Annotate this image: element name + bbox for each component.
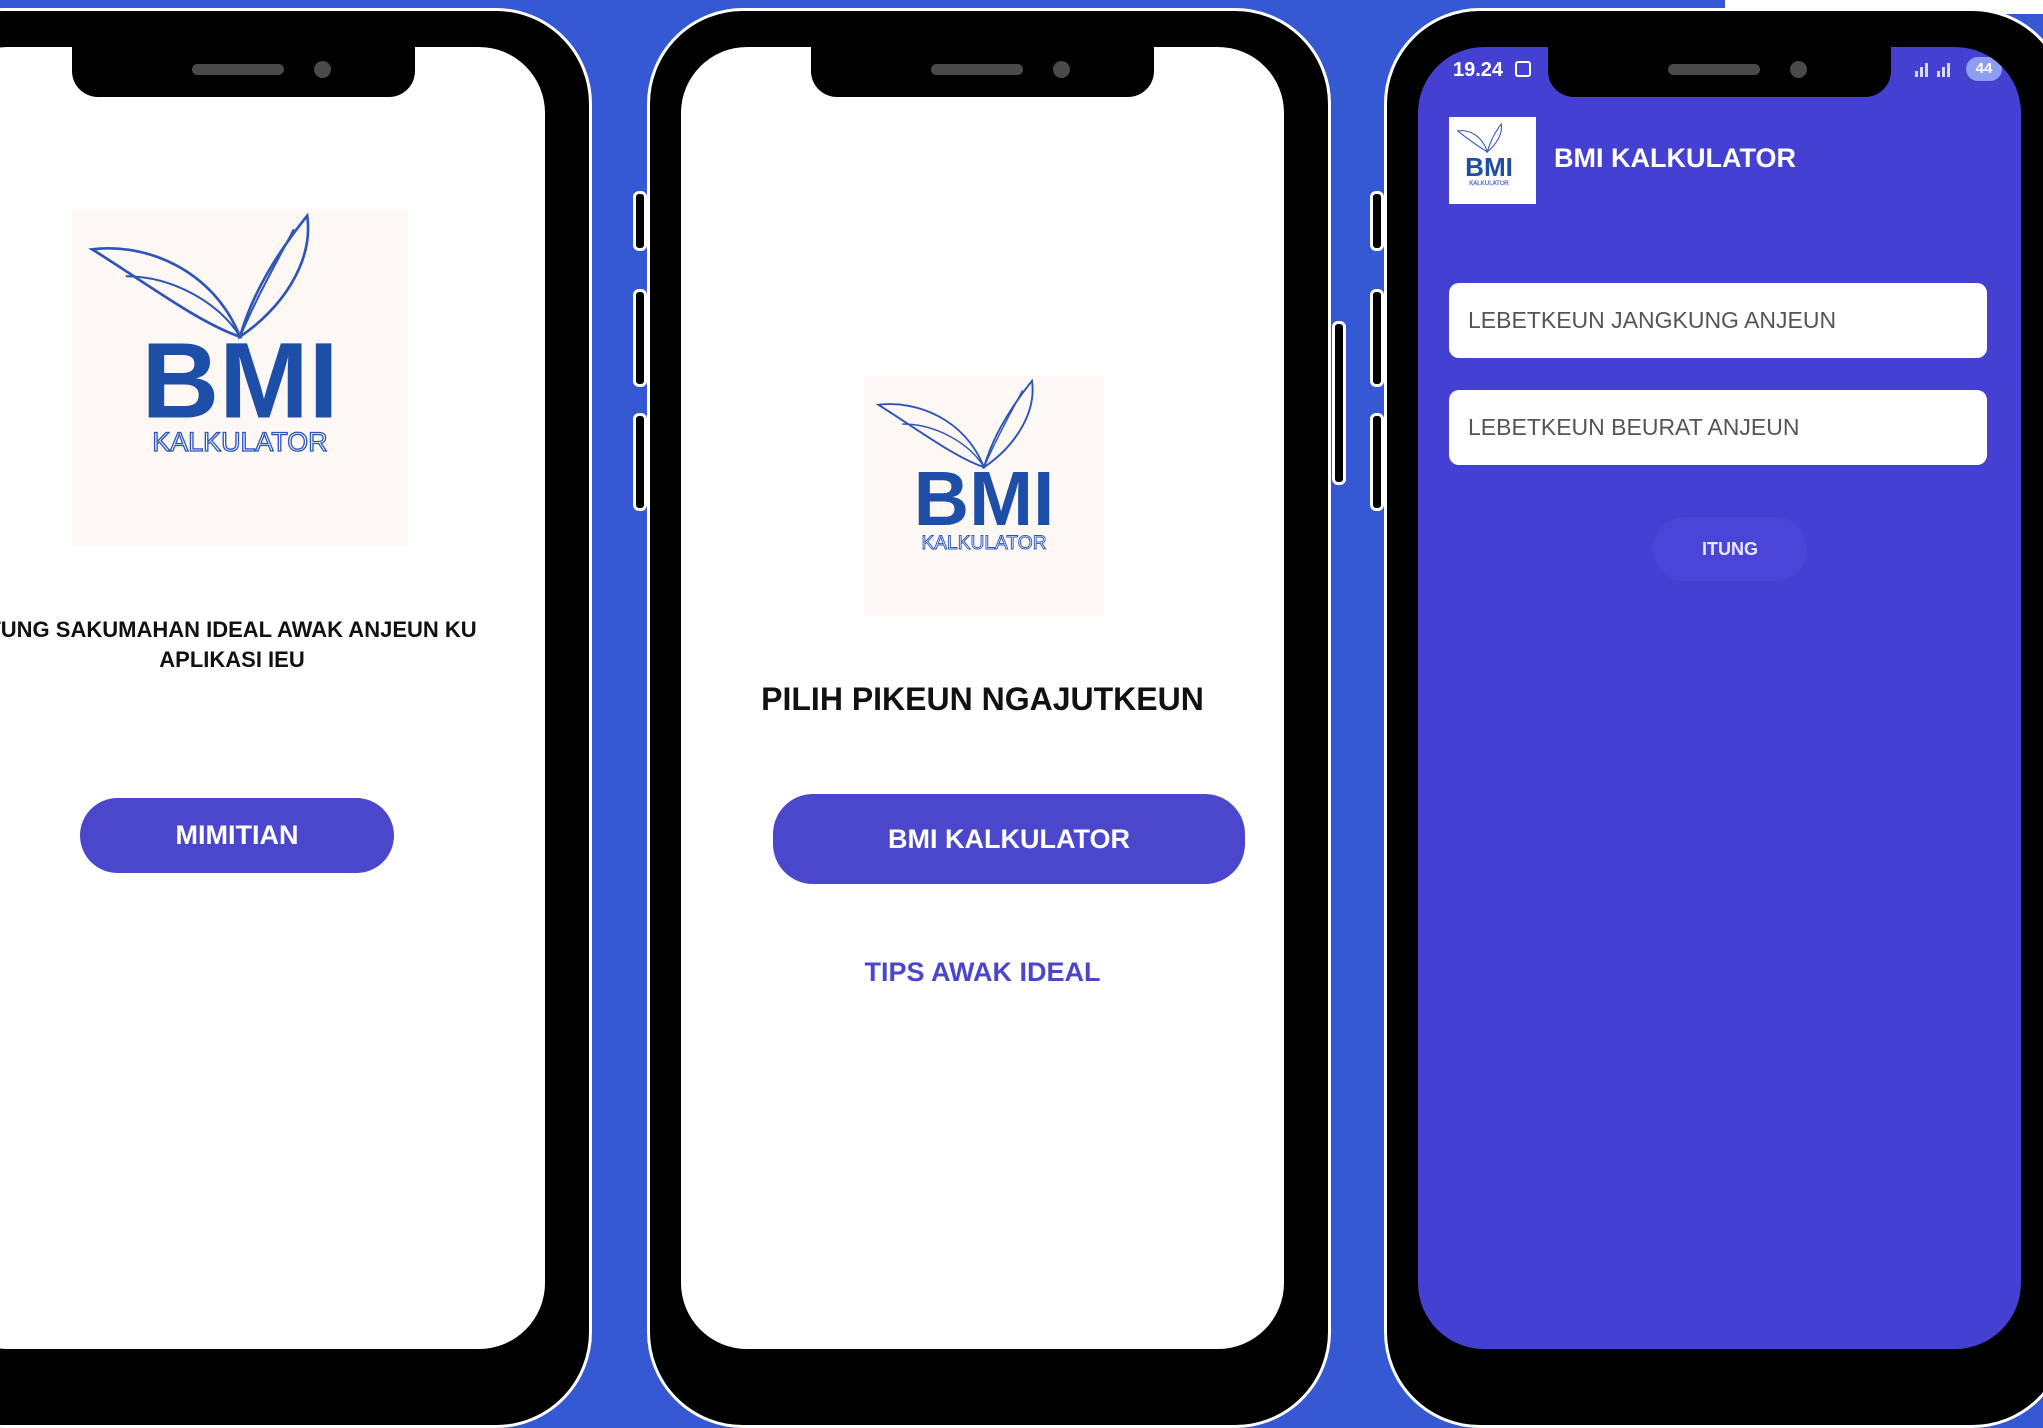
logo-subtitle: KALKULATOR bbox=[921, 533, 1046, 554]
leaf-logo-icon: BMI KALKULATOR bbox=[1456, 122, 1513, 187]
volume-up-button bbox=[1370, 191, 1384, 251]
start-button[interactable]: MIMITIAN bbox=[80, 798, 394, 873]
height-field[interactable] bbox=[1449, 283, 1987, 358]
volume-down-button bbox=[633, 289, 647, 387]
welcome-message-line2: APLIKASI IEU bbox=[159, 647, 305, 672]
phone-notch bbox=[1548, 47, 1891, 97]
volume-up-button bbox=[633, 191, 647, 251]
battery-indicator: 44 bbox=[1966, 57, 2002, 81]
calculate-button[interactable]: ITUNG bbox=[1654, 518, 1806, 580]
speaker-grille bbox=[192, 64, 284, 75]
logo-title: BMI bbox=[141, 320, 338, 440]
logo-title: BMI bbox=[1465, 152, 1513, 182]
power-button bbox=[1332, 321, 1346, 485]
leaf-logo-icon: BMI KALKULATOR bbox=[875, 378, 1055, 554]
phone-frame-menu: BMI KALKULATOR PILIH PIKEUN NGAJUTKEUN B… bbox=[633, 8, 1346, 1428]
app-title: BMI KALKULATOR bbox=[1554, 143, 1796, 173]
phone-frame-calculator: 19.24 44 BMI KALKULATOR BMI KALKULATOR L… bbox=[1370, 8, 2043, 1428]
speaker-grille bbox=[1668, 64, 1760, 75]
front-camera bbox=[1790, 61, 1807, 78]
logo-subtitle: KALKULATOR bbox=[1469, 180, 1509, 187]
phone-notch bbox=[72, 47, 415, 97]
logo-title: BMI bbox=[914, 456, 1055, 542]
bmi-logo: BMI KALKULATOR bbox=[72, 209, 408, 545]
leaf-logo-icon: BMI KALKULATOR bbox=[88, 212, 339, 458]
status-time: 19.24 bbox=[1453, 59, 1504, 81]
signal-icon bbox=[1915, 63, 1950, 77]
phone-frame-welcome: BMI KALKULATOR TUNG SAKUMAHAN IDEAL AWAK… bbox=[0, 8, 592, 1428]
bmi-calculator-button[interactable]: BMI KALKULATOR bbox=[773, 794, 1245, 884]
weight-field[interactable] bbox=[1449, 390, 1987, 465]
volume-down-button bbox=[1370, 289, 1384, 387]
front-camera bbox=[314, 61, 331, 78]
app-logo: BMI KALKULATOR bbox=[1449, 117, 1536, 204]
welcome-message-line1: TUNG SAKUMAHAN IDEAL AWAK ANJEUN KU bbox=[0, 617, 477, 642]
calculator-screen: 19.24 44 BMI KALKULATOR BMI KALKULATOR L… bbox=[1418, 47, 2021, 1349]
speaker-grille bbox=[931, 64, 1023, 75]
bmi-logo: BMI KALKULATOR bbox=[864, 376, 1104, 616]
silent-switch bbox=[1370, 413, 1384, 511]
welcome-screen: BMI KALKULATOR TUNG SAKUMAHAN IDEAL AWAK… bbox=[0, 47, 545, 1349]
logo-subtitle: KALKULATOR bbox=[152, 427, 327, 457]
tips-link[interactable]: TIPS AWAK IDEAL bbox=[681, 957, 1284, 988]
front-camera bbox=[1053, 61, 1070, 78]
screenshot-icon bbox=[1515, 61, 1531, 77]
phone-notch bbox=[811, 47, 1154, 97]
silent-switch bbox=[633, 413, 647, 511]
menu-screen: BMI KALKULATOR PILIH PIKEUN NGAJUTKEUN B… bbox=[681, 47, 1284, 1349]
height-input[interactable] bbox=[1468, 307, 1987, 334]
menu-heading: PILIH PIKEUN NGAJUTKEUN bbox=[761, 681, 1204, 717]
weight-input[interactable] bbox=[1468, 414, 1987, 441]
welcome-message: TUNG SAKUMAHAN IDEAL AWAK ANJEUN KU APLI… bbox=[0, 615, 542, 675]
